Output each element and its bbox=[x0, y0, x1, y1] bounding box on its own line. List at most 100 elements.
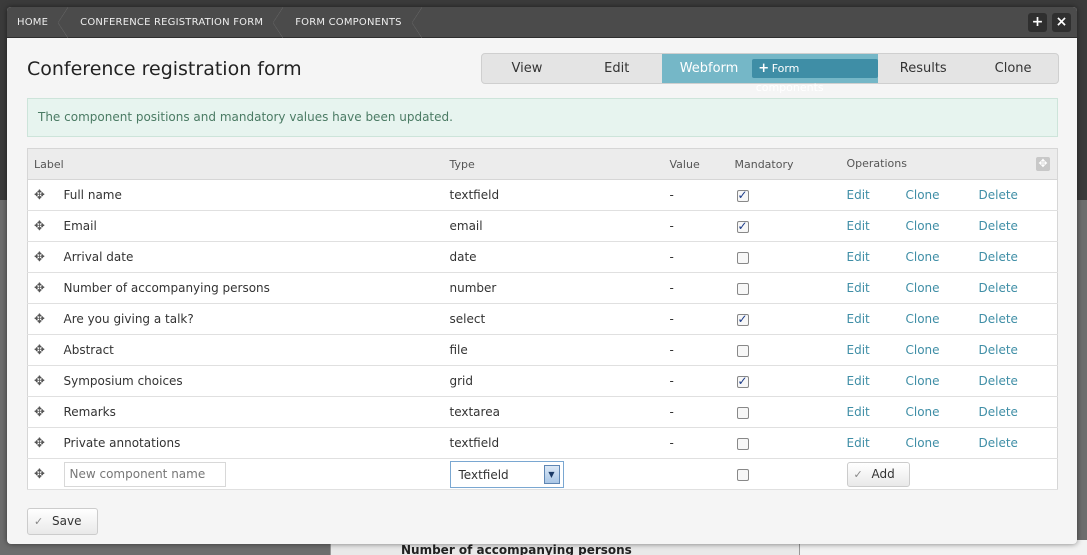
edit-link[interactable]: Edit bbox=[847, 312, 906, 326]
edit-link[interactable]: Edit bbox=[847, 343, 906, 357]
overlay-toolbar: HOME CONFERENCE REGISTRATION FORM FORM C… bbox=[7, 7, 1077, 38]
drag-handle-icon[interactable]: ✥ bbox=[34, 343, 45, 358]
clone-link[interactable]: Clone bbox=[906, 374, 979, 388]
drag-handle-icon[interactable]: ✥ bbox=[34, 250, 45, 265]
clone-link[interactable]: Clone bbox=[906, 250, 979, 264]
breadcrumb-components[interactable]: FORM COMPONENTS bbox=[283, 7, 422, 38]
edit-link[interactable]: Edit bbox=[847, 374, 906, 388]
column-value: Value bbox=[663, 148, 729, 180]
check-icon: ✓ bbox=[34, 515, 44, 528]
edit-link[interactable]: Edit bbox=[847, 219, 906, 233]
edit-link[interactable]: Edit bbox=[847, 250, 906, 264]
component-label: Email bbox=[57, 210, 444, 242]
page-header: Conference registration form View Edit W… bbox=[7, 38, 1077, 104]
tab-view[interactable]: View bbox=[482, 54, 572, 83]
clone-link[interactable]: Clone bbox=[906, 436, 979, 450]
delete-link[interactable]: Delete bbox=[979, 281, 1018, 295]
mandatory-checkbox[interactable] bbox=[736, 374, 749, 388]
column-type: Type bbox=[443, 148, 664, 180]
column-mandatory: Mandatory bbox=[728, 148, 841, 180]
chevron-down-icon: ▼ bbox=[543, 464, 560, 484]
tab-webform[interactable]: Webform + Form components bbox=[661, 54, 879, 94]
clone-link[interactable]: Clone bbox=[906, 188, 979, 202]
mandatory-checkbox[interactable] bbox=[736, 282, 749, 295]
breadcrumb: HOME CONFERENCE REGISTRATION FORM FORM C… bbox=[7, 7, 1077, 38]
check-icon: ✓ bbox=[853, 467, 863, 481]
overlay-window: HOME CONFERENCE REGISTRATION FORM FORM C… bbox=[7, 7, 1077, 544]
drag-handle-icon[interactable]: ✥ bbox=[34, 467, 45, 482]
table-row: ✥ Abstract file - Edit Clone Delete bbox=[27, 334, 1058, 366]
component-type-select[interactable]: Textfield ▼ bbox=[449, 460, 564, 488]
breadcrumb-form[interactable]: CONFERENCE REGISTRATION FORM bbox=[68, 7, 284, 38]
component-type: number bbox=[443, 272, 664, 304]
drag-handle-icon[interactable]: ✥ bbox=[34, 436, 45, 451]
plus-icon[interactable]: + bbox=[1028, 13, 1047, 32]
save-button[interactable]: ✓ Save bbox=[27, 508, 98, 535]
delete-link[interactable]: Delete bbox=[979, 436, 1018, 450]
component-label: Are you giving a talk? bbox=[57, 303, 444, 335]
component-value: - bbox=[663, 179, 729, 211]
background-label: Number of accompanying persons bbox=[401, 543, 632, 555]
table-row: ✥ Private annotations textfield - Edit Cl… bbox=[27, 427, 1058, 459]
clone-link[interactable]: Clone bbox=[906, 312, 979, 326]
new-component-name-input[interactable] bbox=[63, 461, 226, 487]
component-value: - bbox=[663, 334, 729, 366]
clone-link[interactable]: Clone bbox=[906, 405, 979, 419]
mandatory-checkbox[interactable] bbox=[736, 406, 749, 419]
plus-icon: + bbox=[758, 61, 770, 76]
delete-link[interactable]: Delete bbox=[979, 188, 1018, 202]
tab-results[interactable]: Results bbox=[878, 54, 968, 83]
component-value: - bbox=[663, 303, 729, 335]
new-mandatory-checkbox[interactable] bbox=[736, 468, 749, 481]
delete-link[interactable]: Delete bbox=[979, 374, 1018, 388]
edit-link[interactable]: Edit bbox=[847, 188, 906, 202]
drag-handle-icon[interactable]: ✥ bbox=[34, 188, 45, 203]
table-row: ✥ Email email - EditCloneDelete bbox=[27, 210, 1058, 242]
component-label: Symposium choices bbox=[57, 365, 444, 397]
mandatory-checkbox[interactable] bbox=[736, 437, 749, 450]
edit-link[interactable]: Edit bbox=[847, 436, 906, 450]
edit-link[interactable]: Edit bbox=[847, 281, 906, 295]
tab-edit[interactable]: Edit bbox=[572, 54, 662, 83]
close-icon[interactable]: × bbox=[1052, 13, 1071, 32]
component-value: - bbox=[663, 210, 729, 242]
delete-link[interactable]: Delete bbox=[979, 312, 1018, 326]
component-type: date bbox=[443, 241, 664, 273]
component-type: grid bbox=[443, 365, 664, 397]
tab-clone[interactable]: Clone bbox=[968, 54, 1058, 83]
delete-link[interactable]: Delete bbox=[979, 343, 1018, 357]
mandatory-checkbox[interactable] bbox=[736, 188, 749, 202]
drag-handle-icon[interactable]: ✥ bbox=[34, 405, 45, 420]
column-operations: Operations ✥ bbox=[840, 148, 1058, 180]
show-row-weights-icon[interactable]: ✥ bbox=[1036, 157, 1050, 171]
clone-link[interactable]: Clone bbox=[906, 343, 979, 357]
component-type: textfield bbox=[443, 427, 664, 459]
new-component-row: ✥ Textfield ▼ ✓Add bbox=[27, 458, 1058, 490]
mandatory-checkbox[interactable] bbox=[736, 219, 749, 233]
subtab-form-components[interactable]: + Form components bbox=[751, 59, 879, 94]
table-row: ✥ Are you giving a talk? select - EditCl… bbox=[27, 303, 1058, 335]
add-component-button[interactable]: ✓ Add bbox=[846, 461, 910, 487]
drag-handle-icon[interactable]: ✥ bbox=[34, 281, 45, 296]
mandatory-checkbox[interactable] bbox=[736, 251, 749, 264]
component-label: Private annotations bbox=[57, 427, 444, 459]
table-row: ✥ Symposium choices grid - EditCloneDele… bbox=[27, 365, 1058, 397]
mandatory-checkbox[interactable] bbox=[736, 312, 749, 326]
drag-handle-icon[interactable]: ✥ bbox=[34, 219, 45, 234]
component-type: textfield bbox=[443, 179, 664, 211]
delete-link[interactable]: Delete bbox=[979, 250, 1018, 264]
clone-link[interactable]: Clone bbox=[906, 281, 979, 295]
drag-handle-icon[interactable]: ✥ bbox=[34, 374, 45, 389]
mandatory-checkbox[interactable] bbox=[736, 344, 749, 357]
component-type: file bbox=[443, 334, 664, 366]
component-label: Abstract bbox=[57, 334, 444, 366]
edit-link[interactable]: Edit bbox=[847, 405, 906, 419]
delete-link[interactable]: Delete bbox=[979, 219, 1018, 233]
component-type: select bbox=[443, 303, 664, 335]
clone-link[interactable]: Clone bbox=[906, 219, 979, 233]
component-value: - bbox=[663, 427, 729, 459]
primary-tabs: View Edit Webform + Form components Resul… bbox=[481, 53, 1059, 94]
delete-link[interactable]: Delete bbox=[979, 405, 1018, 419]
breadcrumb-home[interactable]: HOME bbox=[7, 7, 69, 38]
drag-handle-icon[interactable]: ✥ bbox=[34, 312, 45, 327]
